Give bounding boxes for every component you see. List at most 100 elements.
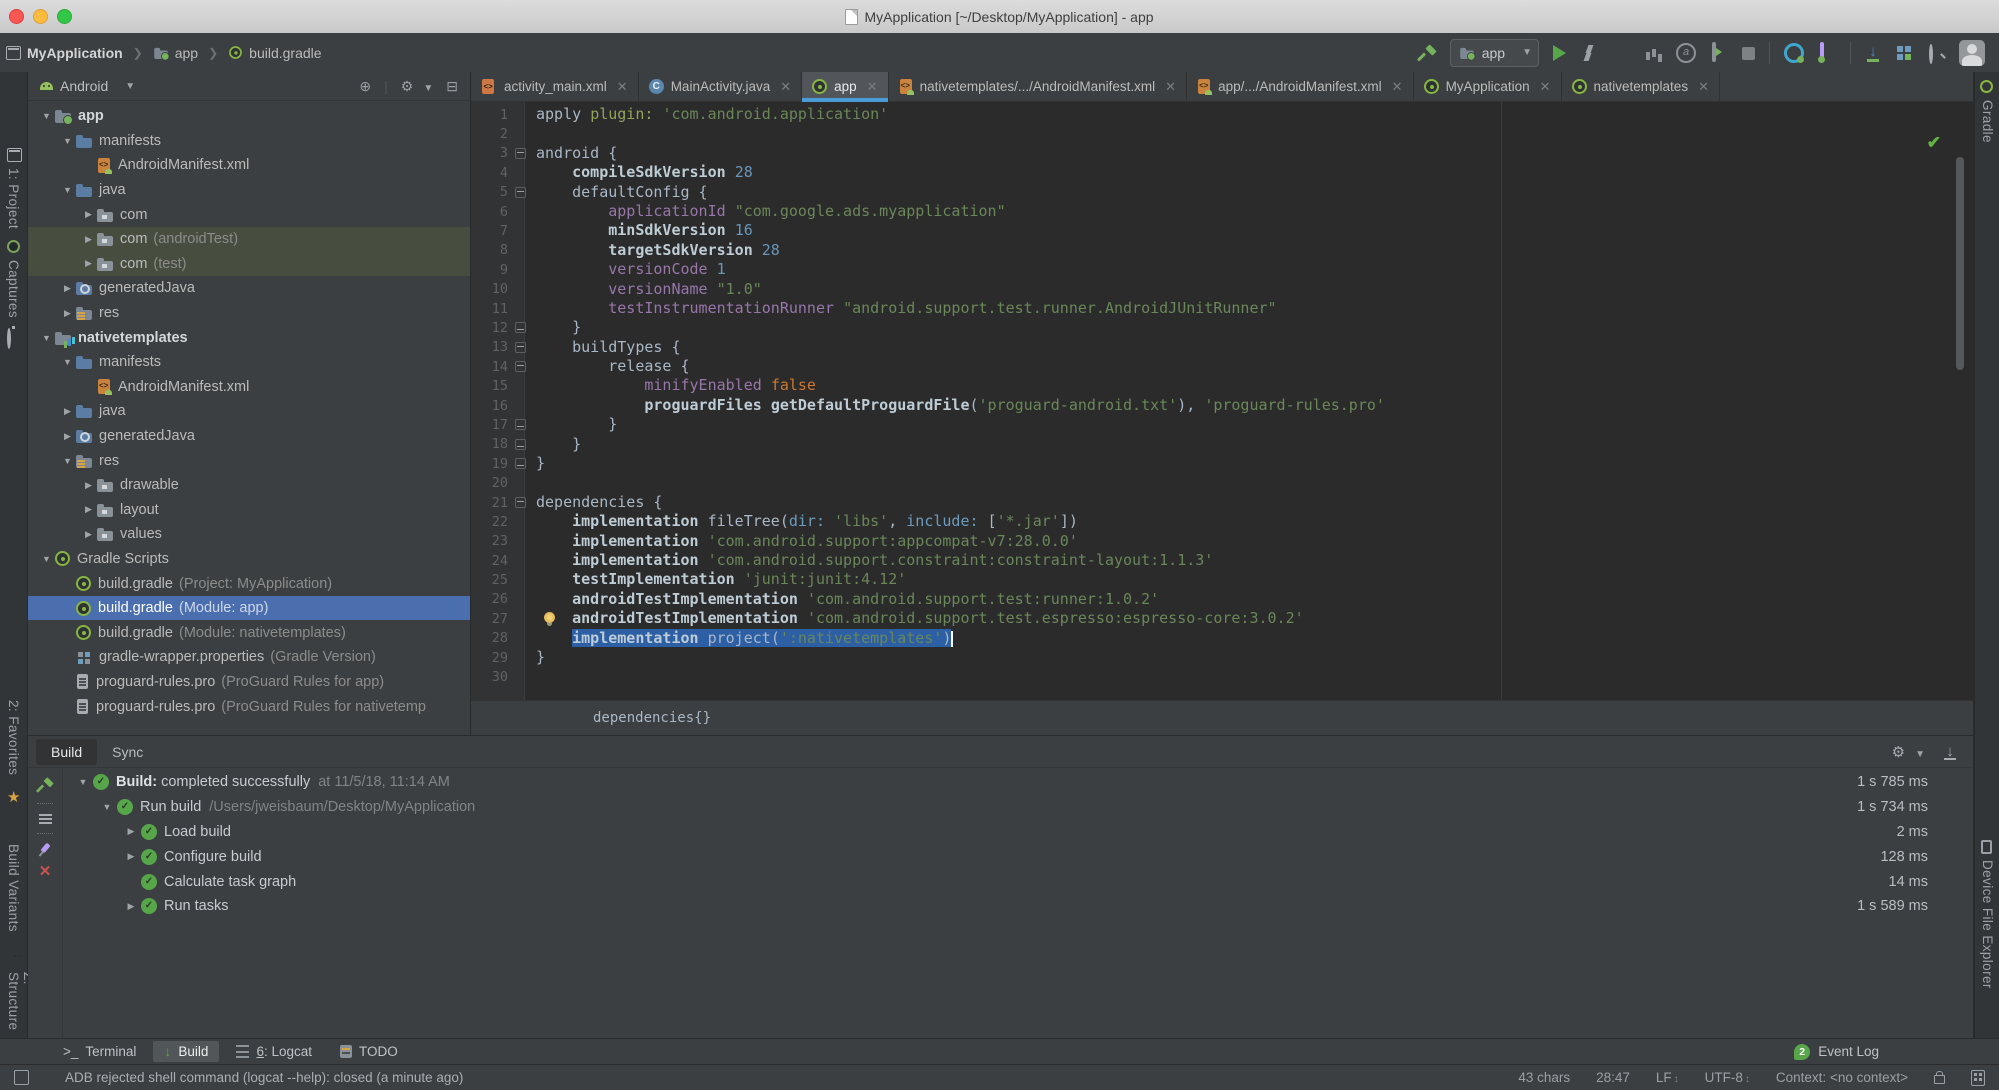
status-caret-position[interactable]: 28:47 (1596, 1070, 1630, 1085)
tree-right-arrow-icon[interactable]: ▶ (59, 308, 76, 319)
code-line[interactable]: 2 (471, 124, 1973, 143)
tree-right-arrow-icon[interactable]: ▶ (59, 406, 76, 417)
build-tree-row[interactable]: ▶ ✓ Load build 2 ms (63, 820, 1973, 845)
tool-button-gradle[interactable]: Gradle (1980, 100, 1995, 143)
tree-row[interactable]: gradle-wrapper.properties (Gradle Version… (28, 645, 470, 670)
code-text[interactable]: minifyEnabled false (528, 376, 816, 395)
build-panel-tab-sync[interactable]: Sync (97, 739, 158, 765)
fold-collapse-icon[interactable] (514, 186, 526, 198)
code-text[interactable]: targetSdkVersion 28 (528, 241, 780, 260)
code-text[interactable]: } (528, 454, 545, 473)
tree-row[interactable]: AndroidManifest.xml (28, 375, 470, 400)
close-icon[interactable]: ✕ (39, 862, 52, 880)
code-text[interactable]: apply plugin: 'com.android.application' (528, 105, 888, 124)
tree-row[interactable]: ▼ manifests (28, 129, 470, 154)
breadcrumb-module[interactable]: app (175, 45, 198, 61)
code-line[interactable]: 19} (471, 454, 1973, 473)
close-icon[interactable]: ✕ (780, 79, 791, 95)
inspection-ok-icon[interactable]: ✔ (1927, 133, 1941, 153)
tree-row[interactable]: ▼ manifests (28, 350, 470, 375)
tree-row[interactable]: ▶ com (androidTest) (28, 226, 470, 252)
code-text[interactable]: androidTestImplementation 'com.android.s… (528, 590, 1159, 609)
code-line[interactable]: 12 } (471, 318, 1973, 337)
tree-right-arrow-icon[interactable]: ▶ (80, 209, 97, 220)
tree-down-arrow-icon[interactable]: ▼ (59, 456, 76, 466)
build-tree-row[interactable]: ✓ Calculate task graph 14 ms (63, 869, 1973, 894)
code-line[interactable]: 27 androidTestImplementation 'com.androi… (471, 609, 1973, 628)
tree-down-arrow-icon[interactable]: ▼ (38, 333, 55, 343)
fold-end-icon[interactable] (514, 322, 526, 334)
project-view-selector[interactable]: Android (60, 78, 108, 94)
apply-changes-icon[interactable] (1580, 44, 1598, 62)
project-tool-icon[interactable] (7, 148, 22, 162)
code-line[interactable]: 21 dependencies { (471, 493, 1973, 512)
tree-row[interactable]: build.gradle (Project: MyApplication) (28, 571, 470, 596)
build-tree-row[interactable]: ▼ ✓ Run build/Users/jweisbaum/Desktop/MyAp… (63, 795, 1973, 820)
tree-right-arrow-icon[interactable]: ▶ (80, 258, 97, 269)
code-line[interactable]: 24 implementation 'com.android.support.c… (471, 551, 1973, 570)
fold-collapse-icon[interactable] (514, 341, 526, 353)
code-line[interactable]: 20 (471, 473, 1973, 492)
gear-icon[interactable]: ⚙ ▼ (1892, 743, 1925, 761)
code-text[interactable]: implementation 'com.android.support.cons… (528, 551, 1213, 570)
code-text[interactable]: android { (528, 144, 617, 163)
close-icon[interactable]: ✕ (1698, 79, 1709, 95)
tool-window-button-build[interactable]: ↓ Build (153, 1041, 220, 1062)
status-line-separator[interactable]: LF ↕ (1656, 1070, 1679, 1085)
code-line[interactable]: 15 minifyEnabled false (471, 376, 1973, 395)
code-text[interactable]: } (528, 648, 545, 667)
fold-end-icon[interactable] (514, 458, 526, 470)
tree-row[interactable]: ▼ app (28, 104, 470, 129)
code-text[interactable]: dependencies { (528, 493, 662, 512)
tree-row[interactable]: ▼ java (28, 178, 470, 203)
tree-row[interactable]: ▼ res (28, 448, 470, 473)
code-line[interactable]: 28 implementation project(':nativetempla… (471, 628, 1973, 648)
editor-tab[interactable]: C MainActivity.java ✕ (639, 72, 803, 101)
device-manager-icon[interactable] (1820, 41, 1824, 62)
tool-window-button-terminal[interactable]: >_ Terminal (52, 1041, 147, 1062)
close-icon[interactable]: ✕ (867, 79, 878, 95)
editor-tab[interactable]: nativetemplates ✕ (1562, 72, 1720, 101)
tree-down-arrow-icon[interactable]: ▼ (59, 357, 76, 367)
code-text[interactable]: } (528, 435, 581, 454)
code-line[interactable]: 17 } (471, 415, 1973, 434)
code-line[interactable]: 16 proguardFiles getDefaultProguardFile(… (471, 396, 1973, 415)
code-text[interactable]: testImplementation 'junit:junit:4.12' (528, 570, 906, 589)
tree-row[interactable]: ▼ nativetemplates (28, 325, 470, 350)
tool-button-project[interactable]: 1: Project (6, 168, 21, 229)
gear-icon[interactable]: ⚙ ▼ (401, 78, 433, 95)
code-line[interactable]: 23 implementation 'com.android.support:a… (471, 532, 1973, 551)
code-text[interactable]: androidTestImplementation 'com.android.s… (528, 609, 1304, 628)
fold-collapse-icon[interactable] (514, 147, 526, 159)
code-line[interactable]: 1 apply plugin: 'com.android.application' (471, 105, 1973, 124)
status-context[interactable]: Context: <no context> (1776, 1070, 1908, 1085)
tree-row[interactable]: ▶ generatedJava (28, 276, 470, 301)
editor-tab[interactable]: MyApplication ✕ (1414, 72, 1562, 101)
code-line[interactable]: 29} (471, 648, 1973, 667)
tree-right-arrow-icon[interactable]: ▶ (80, 504, 97, 515)
code-text[interactable]: implementation 'com.android.support:appc… (528, 532, 1078, 551)
tree-right-arrow-icon[interactable]: ▶ (121, 901, 141, 912)
fold-collapse-icon[interactable] (514, 497, 526, 508)
code-line[interactable]: 22 implementation fileTree(dir: 'libs', … (471, 512, 1973, 531)
tree-right-arrow-icon[interactable]: ▶ (121, 851, 141, 862)
rebuild-icon[interactable] (37, 777, 53, 793)
tree-row[interactable]: ▶ values (28, 522, 470, 547)
lock-icon[interactable] (1934, 1071, 1945, 1084)
code-text[interactable]: } (528, 415, 617, 434)
code-text[interactable]: minSdkVersion 16 (528, 221, 753, 240)
import-icon[interactable]: ↓ (1943, 744, 1957, 760)
tree-down-arrow-icon[interactable]: ▼ (97, 802, 117, 812)
tree-down-arrow-icon[interactable]: ▼ (59, 136, 76, 146)
tree-row[interactable]: ▶ com (28, 202, 470, 227)
avd-manager-icon[interactable] (1784, 42, 1804, 63)
pin-icon[interactable] (39, 842, 51, 854)
run-button[interactable] (1553, 44, 1566, 61)
code-line[interactable]: 10 versionName "1.0" (471, 280, 1973, 299)
build-panel-tab-build[interactable]: Build (36, 738, 98, 765)
tree-down-arrow-icon[interactable]: ▼ (73, 777, 93, 787)
device-file-explorer-icon[interactable] (1981, 840, 1992, 854)
tree-down-arrow-icon[interactable]: ▼ (38, 554, 55, 564)
build-tree-row[interactable]: ▼ ✓ Build: completed successfully at 11/5/1… (63, 770, 1973, 795)
breadcrumb-file[interactable]: build.gradle (249, 45, 321, 61)
